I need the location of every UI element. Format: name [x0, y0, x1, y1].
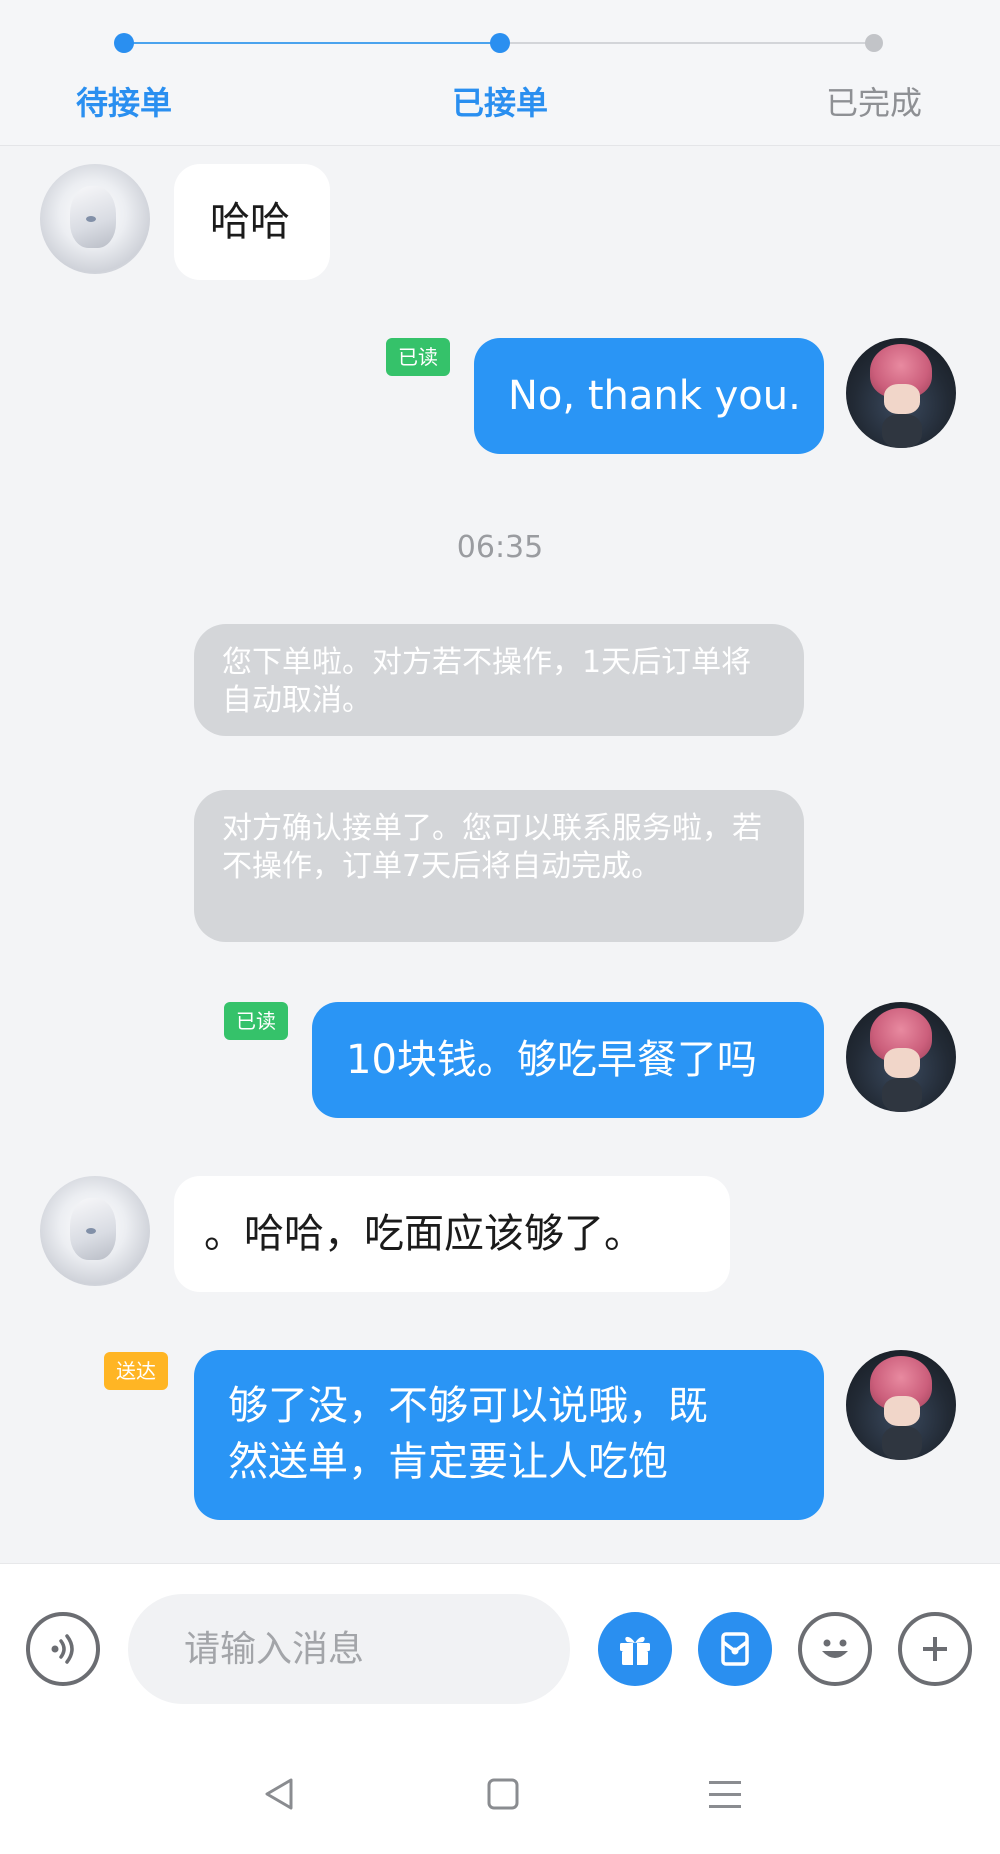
- menu-lines-icon: [709, 1781, 741, 1808]
- message-timestamp: 06:35: [456, 530, 544, 565]
- home-square-icon: [487, 1778, 519, 1810]
- emoji-button[interactable]: [798, 1612, 872, 1686]
- plus-icon: [923, 1637, 947, 1661]
- step-dot-accepted: [490, 33, 510, 53]
- progress-track-pending: [500, 42, 874, 44]
- incoming-message-bubble[interactable]: 哈哈: [174, 164, 330, 280]
- step-label-pending-accept: 待接单: [75, 84, 173, 122]
- more-button[interactable]: [898, 1612, 972, 1686]
- system-notice-order-accepted: 对方确认接单了。您可以联系服务啦，若不操作，订单7天后将自动完成。: [194, 790, 804, 942]
- back-triangle-icon: [265, 1778, 293, 1810]
- nav-back-button[interactable]: [254, 1769, 304, 1819]
- delivered-status-tag: 送达: [104, 1352, 168, 1390]
- message-line: 然送单，肯定要让人吃饱: [228, 1439, 668, 1485]
- contact-avatar[interactable]: [40, 164, 150, 274]
- outgoing-message-bubble[interactable]: 10块钱。够吃早餐了吗: [312, 1002, 824, 1118]
- gift-icon: [620, 1636, 650, 1665]
- message-input-bar: [0, 1563, 1000, 1733]
- voice-button[interactable]: [26, 1612, 100, 1686]
- emoji-icon: [822, 1639, 848, 1658]
- message-line: 够了没，不够可以说哦，既: [228, 1383, 708, 1429]
- system-navigation-bar: [0, 1733, 1000, 1854]
- system-notice-order-placed: 您下单啦。对方若不操作，1天后订单将自动取消。: [194, 624, 804, 736]
- chat-message-list[interactable]: 哈哈 已读 No, thank you. 06:35 您下单啦。对方若不操作，1…: [0, 146, 1000, 1563]
- outgoing-message-bubble[interactable]: No, thank you.: [474, 338, 824, 454]
- voice-icon: [51, 1634, 74, 1664]
- contact-avatar[interactable]: [40, 1176, 150, 1286]
- step-label-accepted: 已接单: [451, 84, 549, 122]
- my-avatar[interactable]: [846, 338, 956, 448]
- outgoing-message-bubble[interactable]: 够了没，不够可以说哦，既 然送单，肯定要让人吃饱: [194, 1350, 824, 1520]
- red-packet-button[interactable]: [698, 1612, 772, 1686]
- step-dot-completed: [865, 34, 883, 52]
- my-avatar[interactable]: [846, 1350, 956, 1460]
- message-input[interactable]: [128, 1594, 570, 1704]
- read-status-tag: 已读: [386, 338, 450, 376]
- read-status-tag: 已读: [224, 1002, 288, 1040]
- progress-track-completed: [124, 42, 500, 44]
- nav-menu-button[interactable]: [700, 1769, 750, 1819]
- step-label-completed: 已完成: [825, 84, 923, 122]
- step-dot-pending-accept: [114, 33, 134, 53]
- red-packet-icon: [721, 1632, 749, 1666]
- incoming-message-bubble[interactable]: 。哈哈，吃面应该够了。: [174, 1176, 730, 1292]
- my-avatar[interactable]: [846, 1002, 956, 1112]
- gift-button[interactable]: [598, 1612, 672, 1686]
- nav-home-button[interactable]: [478, 1769, 528, 1819]
- order-progress-bar: 待接单 已接单 已完成: [0, 0, 1000, 146]
